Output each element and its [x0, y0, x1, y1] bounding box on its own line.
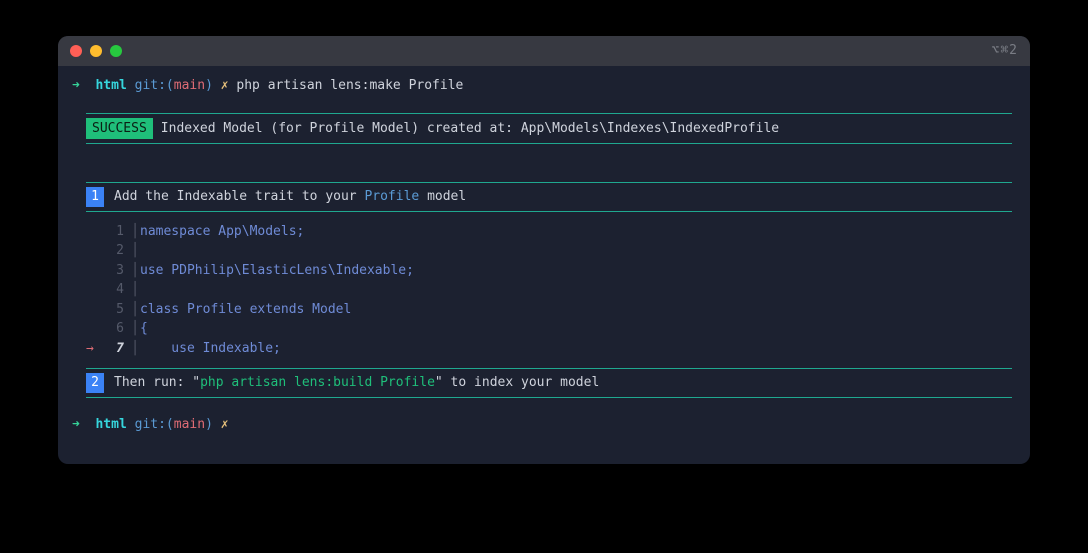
- code-line: 5 │ class Profile extends Model: [86, 300, 1012, 320]
- success-badge: SUCCESS: [86, 118, 153, 140]
- line-number: 3: [108, 261, 130, 281]
- step-row: 1 Add the Indexable trait to your Profil…: [86, 183, 1012, 211]
- line-number: 2: [108, 241, 130, 261]
- prompt-arrow-icon: ➜: [72, 78, 80, 93]
- code-text: namespace App\Models;: [140, 222, 304, 242]
- git-close: ): [205, 78, 213, 93]
- gutter-sep: │: [130, 300, 140, 320]
- titlebar-shortcut: ⌥⌘2: [992, 41, 1018, 61]
- success-message: Indexed Model (for Profile Model) create…: [161, 119, 779, 139]
- minimize-icon[interactable]: [90, 45, 102, 57]
- code-text: use Indexable;: [140, 339, 281, 359]
- line-number: 4: [108, 280, 130, 300]
- titlebar[interactable]: ⌥⌘2: [58, 36, 1030, 66]
- dirty-mark-icon: ✗: [221, 78, 229, 93]
- git-branch: main: [174, 417, 205, 432]
- step-row: 2 Then run: "php artisan lens:build Prof…: [86, 369, 1012, 397]
- line-number: 5: [108, 300, 130, 320]
- model-name: Profile: [364, 189, 419, 204]
- code-block: 1 │ namespace App\Models; 2 │ 3 │ use PD…: [86, 222, 1012, 359]
- gutter-sep: │: [130, 241, 140, 261]
- gutter-sep: │: [130, 319, 140, 339]
- success-row: SUCCESS Indexed Model (for Profile Model…: [86, 114, 1012, 144]
- line-number: 6: [108, 319, 130, 339]
- step-number: 2: [86, 373, 104, 393]
- code-line: 2 │: [86, 241, 1012, 261]
- code-line: 6 │ {: [86, 319, 1012, 339]
- gutter-sep: │: [130, 280, 140, 300]
- close-icon[interactable]: [70, 45, 82, 57]
- step-text-after: model: [419, 189, 466, 204]
- gutter-sep: │: [130, 339, 140, 359]
- line-number: 1: [108, 222, 130, 242]
- line-number: 7: [108, 339, 130, 359]
- step-text-before: Add the Indexable trait to your: [114, 189, 364, 204]
- step1-section: 1 Add the Indexable trait to your Profil…: [72, 182, 1016, 398]
- prompt-line[interactable]: ➜ html git:(main) ✗: [72, 415, 1016, 435]
- code-line: 3 │ use PDPhilip\ElasticLens\Indexable;: [86, 261, 1012, 281]
- prompt-arrow-icon: ➜: [72, 417, 80, 432]
- gutter-sep: │: [130, 261, 140, 281]
- gutter-sep: │: [130, 222, 140, 242]
- success-section: SUCCESS Indexed Model (for Profile Model…: [72, 113, 1016, 145]
- code-line: → 7 │ use Indexable;: [86, 339, 1012, 359]
- code-text: {: [140, 319, 148, 339]
- step-text: Add the Indexable trait to your Profile …: [114, 187, 466, 207]
- code-text: class Profile extends Model: [140, 300, 351, 320]
- line-arrow-current-icon: →: [86, 339, 108, 359]
- git-close: ): [205, 417, 213, 432]
- step-text: Then run: "php artisan lens:build Profil…: [114, 373, 599, 393]
- step-text-after: " to index your model: [435, 375, 599, 390]
- git-label: git:(: [135, 78, 174, 93]
- git-branch: main: [174, 78, 205, 93]
- terminal-body[interactable]: ➜ html git:(main) ✗ php artisan lens:mak…: [58, 66, 1030, 464]
- step-number: 1: [86, 187, 104, 207]
- cwd: html: [95, 417, 126, 432]
- code-line: 4 │: [86, 280, 1012, 300]
- maximize-icon[interactable]: [110, 45, 122, 57]
- command-text: php artisan lens:make Profile: [236, 78, 463, 93]
- traffic-lights: [70, 45, 122, 57]
- cwd: html: [95, 78, 126, 93]
- terminal-window: ⌥⌘2 ➜ html git:(main) ✗ php artisan lens…: [58, 36, 1030, 464]
- code-text: use PDPhilip\ElasticLens\Indexable;: [140, 261, 414, 281]
- code-line: 1 │ namespace App\Models;: [86, 222, 1012, 242]
- step-text-before: Then run: ": [114, 375, 200, 390]
- git-label: git:(: [135, 417, 174, 432]
- dirty-mark-icon: ✗: [221, 417, 229, 432]
- step-cmd: php artisan lens:build Profile: [200, 375, 435, 390]
- prompt-line: ➜ html git:(main) ✗ php artisan lens:mak…: [72, 76, 1016, 96]
